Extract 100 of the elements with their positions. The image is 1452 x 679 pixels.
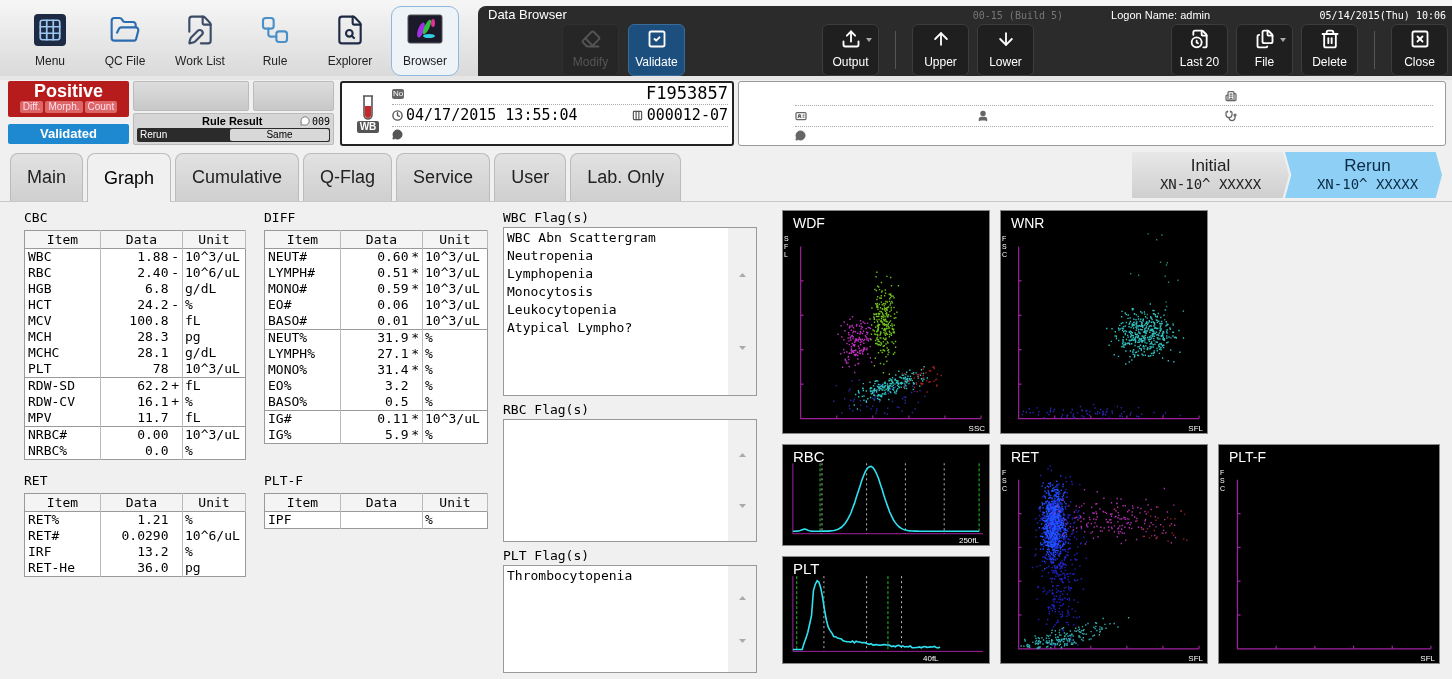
scroll-down-icon[interactable] [738,638,746,643]
table-cell: 10^3/uL [422,281,488,297]
run-button[interactable]: Rerun XN-10^ XXXXX [1285,152,1442,198]
rule-status: Same [230,129,329,141]
toolbar-button[interactable]: Validate [628,24,685,76]
toolbar-button[interactable]: Lower [977,24,1034,76]
comment-icon [299,116,310,126]
table-cell: 0.06 [340,297,409,313]
scroll-down-icon[interactable] [738,503,746,508]
flag-mark: * [408,427,423,444]
table-cell: IG% [264,427,341,444]
toolbar-button[interactable]: Delete [1301,24,1358,76]
table-cell: EO# [264,297,341,313]
tab[interactable]: Main [10,153,83,201]
column-header: Item [264,493,341,512]
table-cell: 10^3/uL [422,297,488,313]
table-cell: 0.11 [340,410,409,427]
result-tag: Count [84,101,118,113]
toolbar-button[interactable]: File [1236,24,1293,76]
column-header: Unit [422,493,488,512]
flag-mark: + [168,377,183,394]
toolbar-button[interactable]: Last 20 [1171,24,1228,76]
column-header: Data [340,230,423,249]
scattergram-icon [407,14,443,46]
judgment-label: Positive [34,81,103,101]
axis-label: 40fL [923,654,939,663]
table-cell: fL [182,313,246,329]
rule-action: Rerun [139,129,169,141]
table-cell: NEUT# [264,248,341,265]
toolbar-button[interactable]: Rule [241,6,309,76]
building-icon [1225,89,1237,102]
scroll-up-icon[interactable] [738,272,746,277]
tab[interactable]: Cumulative [175,153,300,201]
tab[interactable]: User [494,153,567,201]
section-title: PLT Flag(s) [503,548,591,564]
table-cell: MONO% [264,362,341,378]
tab[interactable]: Graph [87,153,172,202]
toolbar-button[interactable]: Close [1391,24,1448,76]
table-cell: 0.59 [340,281,409,297]
table-cell: % [182,544,246,560]
flag-mark: * [408,329,423,346]
plot-title: PLT-F [1229,448,1267,467]
table-cell: RET% [24,511,101,528]
table-cell: 3.2 [340,378,409,394]
column-header: Data [100,493,183,512]
table-cell: 0.51 [340,265,409,281]
table-cell: 28.3 [100,329,169,345]
table-cell: 10^3/uL [422,265,488,281]
scrollbar[interactable] [728,228,756,395]
rule-result-label: Rule Result [202,113,263,129]
tab[interactable]: Lab. Only [570,153,682,201]
comment-icon [392,129,403,140]
table-cell: 62.2 [100,377,169,394]
table-cell: 10^3/uL [422,410,488,427]
column-header: Data [340,493,423,512]
table-cell: % [182,511,246,528]
flowchart-icon [259,14,291,46]
tab[interactable]: Q-Flag [303,153,393,201]
scroll-up-icon[interactable] [738,595,746,600]
flag-mark: * [408,281,423,297]
stethoscope-icon [1225,110,1237,122]
table-cell: fL [182,377,246,394]
toolbar-button[interactable]: Upper [912,24,969,76]
table-cell: 78 [100,361,169,378]
table-cell: MCV [24,313,101,329]
table-cell: % [422,362,488,378]
toolbar-button[interactable]: Explorer [316,6,384,76]
table-cell: 16.1 [100,394,169,410]
table-cell: MCHC [24,345,101,361]
table-cell: % [182,297,246,313]
toolbar-button[interactable]: Output [822,24,879,76]
comment-count: 009 [311,114,330,129]
files-icon [1254,29,1275,49]
table-cell: 10^6/uL [182,528,246,544]
scroll-down-icon[interactable] [738,346,746,351]
scroll-up-icon[interactable] [738,453,746,458]
table-cell: % [422,346,488,362]
table-cell: 6.8 [100,281,169,297]
section-title: PLT-F [264,473,305,489]
flag-item: Thrombocytopenia [507,567,634,585]
toolbar-button[interactable]: Browser [391,6,459,76]
id-card-icon [795,110,807,122]
scrollbar[interactable] [728,420,756,541]
rack-icon [631,109,643,121]
column-header: Item [24,493,101,512]
toolbar-button[interactable]: Menu [16,6,84,76]
table-cell: 24.2 [100,297,169,313]
table-cell: 1.21 [100,511,169,528]
run-button[interactable]: Initial XN-10^ XXXXX [1132,152,1289,198]
toolbar-button[interactable]: QC File [91,6,159,76]
table-cell: PLT [24,361,101,378]
flag-mark: - [168,265,183,281]
tab[interactable]: Service [396,153,491,201]
scrollbar[interactable] [728,566,756,672]
table-cell: 27.1 [340,346,409,362]
number-label: No [392,89,405,99]
toolbar-button[interactable]: Work List [166,6,234,76]
table-cell: 2.40 [100,265,169,281]
table-cell: 31.4 [340,362,409,378]
plot-title: RET [1011,448,1039,467]
